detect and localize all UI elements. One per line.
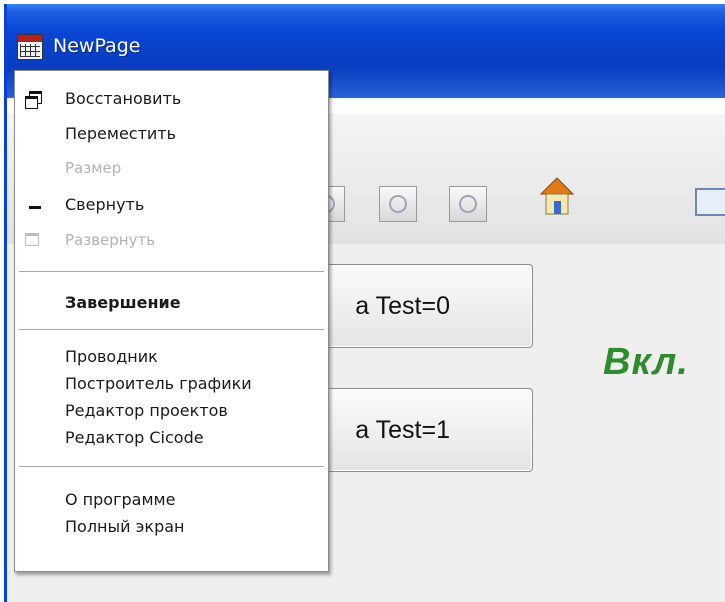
window-title: NewPage [53,35,141,57]
restore-icon [25,91,42,109]
minimize-icon [29,206,41,209]
mail-icon[interactable] [695,188,725,216]
app-grid-icon[interactable] [17,34,43,60]
maximize-icon [25,233,39,246]
menu-item-maximize: Развернуть [65,231,156,249]
menu-item-graphics-builder[interactable]: Построитель графики [65,374,252,393]
menu-item-shutdown[interactable]: Завершение [65,293,181,312]
menu-item-project-editor[interactable]: Редактор проектов [65,401,228,420]
menu-item-size: Размер [65,159,122,177]
menu-item-about[interactable]: О программе [65,490,175,509]
system-menu: Восстановить Переместить Размер Свернуть… [14,70,329,572]
menu-item-minimize[interactable]: Свернуть [65,195,144,214]
toolbar-button[interactable] [379,186,417,222]
home-icon[interactable] [537,174,577,218]
menu-item-explorer[interactable]: Проводник [65,347,158,366]
menu-item-cicode-editor[interactable]: Редактор Cicode [65,428,204,447]
status-indicator: Вкл. [603,341,689,383]
title-bar[interactable]: NewPage [7,4,725,68]
round-icon [459,195,477,213]
menu-separator [19,466,324,468]
menu-item-restore[interactable]: Восстановить [65,89,181,108]
menu-separator [19,271,324,273]
toolbar-button[interactable] [449,186,487,222]
menu-separator [19,329,324,331]
menu-item-move[interactable]: Переместить [65,124,176,143]
round-icon [389,195,407,213]
menu-item-fullscreen[interactable]: Полный экран [65,517,185,536]
